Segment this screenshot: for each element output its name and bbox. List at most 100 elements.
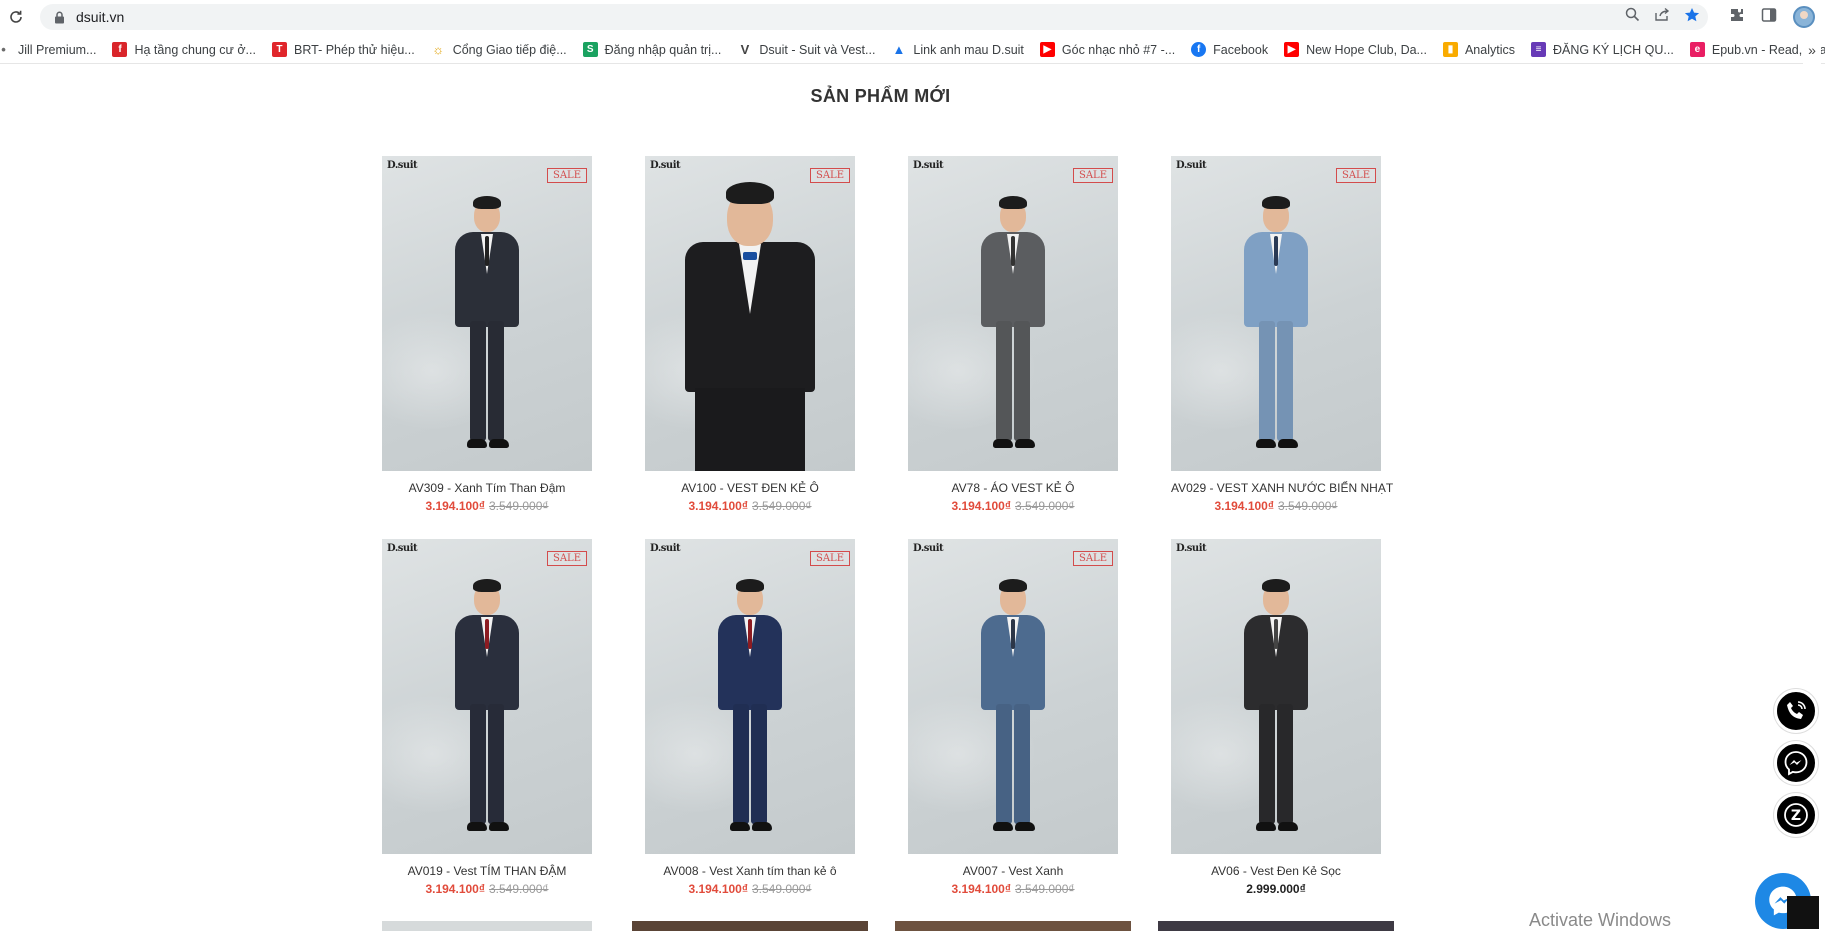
bookmark-item[interactable]: ▲ Link anh mau D.suit: [883, 36, 1031, 63]
original-price: 3.549.000₫: [752, 499, 812, 513]
bookmark-label: Góc nhạc nhỏ #7 -...: [1061, 42, 1176, 57]
scroll-top-button[interactable]: [1787, 896, 1819, 929]
sale-price: 3.194.100₫: [688, 882, 748, 896]
sale-price: 3.194.100₫: [951, 882, 1011, 896]
s-icon: S: [582, 42, 598, 57]
lock-icon[interactable]: [52, 10, 66, 24]
product-card[interactable]: D.suit SALE AV019 - Vest TÍM THAN ĐẬM 3.194…: [382, 539, 592, 896]
product-name[interactable]: AV06 - Vest Đen Kẻ Sọc: [1171, 864, 1381, 878]
url-text[interactable]: dsuit.vn: [76, 9, 124, 25]
sale-price: 3.194.100₫: [1214, 499, 1274, 513]
sale-price: 3.194.100₫: [425, 882, 485, 896]
generic-icon: •: [1, 42, 6, 57]
product-name[interactable]: AV029 - VEST XANH NƯỚC BIỂN NHẠT: [1171, 481, 1393, 495]
product-name[interactable]: AV007 - Vest Xanh: [908, 864, 1118, 878]
partial-product-image[interactable]: [382, 921, 592, 931]
profile-avatar[interactable]: [1793, 6, 1815, 28]
svg-text:Z: Z: [1791, 808, 1801, 824]
model-figure: [442, 577, 532, 847]
bookmark-label: Jill Premium...: [18, 42, 97, 57]
bookmark-star-icon[interactable]: [1684, 7, 1700, 28]
bookmark-label: ĐĂNG KÝ LỊCH QU...: [1553, 42, 1674, 57]
product-name[interactable]: AV309 - Xanh Tím Than Đậm: [382, 481, 592, 495]
product-image[interactable]: D.suit SALE: [1171, 156, 1381, 471]
side-panel-icon[interactable]: [1761, 7, 1777, 28]
messenger-button[interactable]: [1774, 741, 1818, 785]
product-card[interactable]: D.suit SALE AV78 - ÁO VEST KẺ Ô 3.194.100₫ 3…: [908, 156, 1118, 513]
original-price: 3.549.000₫: [1015, 499, 1075, 513]
bookmark-label: Facebook: [1213, 42, 1269, 57]
product-name[interactable]: AV019 - Vest TÍM THAN ĐẬM: [382, 864, 592, 878]
forms-icon: ≡: [1531, 42, 1546, 57]
product-image[interactable]: D.suit SALE: [382, 539, 592, 854]
original-price: 3.549.000₫: [489, 499, 549, 513]
product-name[interactable]: AV100 - VEST ĐEN KẺ Ô: [645, 481, 855, 495]
product-image[interactable]: D.suit SALE: [908, 156, 1118, 471]
model-figure: [675, 174, 825, 471]
product-image[interactable]: D.suit: [1171, 539, 1381, 854]
bookmark-item[interactable]: ≡ ĐĂNG KÝ LỊCH QU...: [1523, 36, 1682, 63]
product-name[interactable]: AV008 - Vest Xanh tím than kẻ ô: [645, 864, 855, 878]
bookmark-item[interactable]: ▶ New Hope Club, Da...: [1276, 36, 1435, 63]
model-figure: [442, 194, 532, 464]
bookmark-label: BRT- Phép thử hiệu...: [293, 42, 415, 57]
brand-logo: D.suit: [913, 160, 944, 171]
partial-product-image[interactable]: [895, 921, 1131, 931]
brand-logo: D.suit: [1176, 160, 1207, 171]
brand-logo: D.suit: [913, 543, 944, 554]
address-bar[interactable]: dsuit.vn: [40, 4, 1708, 30]
extensions-icon[interactable]: [1729, 7, 1745, 28]
bookmark-item[interactable]: f Hạ tầng chung cư ở...: [104, 36, 264, 63]
brand-logo: D.suit: [650, 160, 681, 171]
youtube-icon: ▶: [1284, 42, 1300, 57]
sale-badge: SALE: [1072, 551, 1113, 566]
product-card[interactable]: D.suit SALE AV008 - Vest Xanh tím than kẻ …: [645, 539, 855, 896]
product-price: 3.194.100₫ 3.549.000₫: [1171, 499, 1381, 513]
product-price: 2.999.000₫: [1171, 882, 1381, 896]
product-card[interactable]: D.suit SALE AV100 - VEST ĐEN KẺ Ô 3.194.100…: [645, 156, 855, 513]
partial-product-image[interactable]: [1158, 921, 1394, 931]
product-image[interactable]: D.suit SALE: [645, 156, 855, 471]
epub-icon: e: [1689, 42, 1705, 57]
zoom-icon[interactable]: [1625, 7, 1640, 27]
bookmark-label: Hạ tầng chung cư ở...: [134, 42, 256, 57]
bookmark-item[interactable]: • Jill Premium...: [0, 36, 104, 63]
brand-logo: D.suit: [387, 160, 418, 171]
product-image[interactable]: D.suit SALE: [382, 156, 592, 471]
bookmark-label: Cổng Giao tiếp điệ...: [452, 42, 567, 57]
share-icon[interactable]: [1654, 7, 1670, 27]
bookmark-item[interactable]: ▶ Góc nhạc nhỏ #7 -...: [1032, 36, 1183, 63]
product-card[interactable]: D.suit SALE AV309 - Xanh Tím Than Đậm 3.194…: [382, 156, 592, 513]
product-name[interactable]: AV78 - ÁO VEST KẺ Ô: [908, 481, 1118, 495]
bookmark-item[interactable]: ☼ Cổng Giao tiếp điệ...: [423, 36, 575, 63]
bookmark-label: Dsuit - Suit và Vest...: [759, 42, 876, 57]
facebook-icon: f: [1191, 42, 1207, 57]
sale-price: 3.194.100₫: [688, 499, 748, 513]
bookmark-item[interactable]: ▮ Analytics: [1435, 36, 1523, 63]
sale-badge: SALE: [809, 551, 850, 566]
model-figure: [968, 194, 1058, 464]
product-card[interactable]: D.suit AV06 - Vest Đen Kẻ Sọc 2.999.000₫: [1171, 539, 1381, 896]
bookmark-item[interactable]: V Dsuit - Suit và Vest...: [729, 36, 883, 63]
original-price: 3.549.000₫: [752, 882, 812, 896]
bookmark-label: New Hope Club, Da...: [1306, 42, 1427, 57]
product-image[interactable]: D.suit SALE: [908, 539, 1118, 854]
bookmark-item[interactable]: S Đăng nhập quản trị...: [575, 36, 730, 63]
call-button[interactable]: [1774, 689, 1818, 733]
product-image[interactable]: D.suit SALE: [645, 539, 855, 854]
original-price: 3.549.000₫: [1278, 499, 1338, 513]
zalo-button[interactable]: Z: [1774, 793, 1818, 837]
bookmark-item[interactable]: T BRT- Phép thử hiệu...: [264, 36, 423, 63]
reload-icon[interactable]: [0, 0, 32, 34]
bookmark-item[interactable]: f Facebook: [1183, 36, 1276, 63]
partial-product-image[interactable]: [632, 921, 868, 931]
product-price: 3.194.100₫ 3.549.000₫: [382, 882, 592, 896]
sale-badge: SALE: [1335, 168, 1376, 183]
browser-toolbar: dsuit.vn: [0, 0, 1825, 34]
bookmark-label: Đăng nhập quản trị...: [604, 42, 722, 57]
drive-icon: ▲: [892, 42, 906, 57]
youtube-icon: ▶: [1039, 42, 1055, 57]
product-card[interactable]: D.suit SALE AV029 - VEST XANH NƯỚC BIỂN NH…: [1171, 156, 1393, 513]
product-card[interactable]: D.suit SALE AV007 - Vest Xanh 3.194.100₫ 3.5…: [908, 539, 1118, 896]
bookmarks-overflow-button[interactable]: »: [1803, 36, 1821, 64]
